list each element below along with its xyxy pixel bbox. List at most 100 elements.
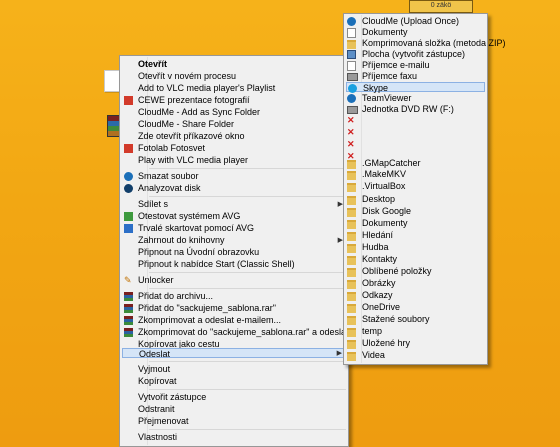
menu-item-create-shortcut[interactable]: Vytvořit zástupce [122,392,346,403]
menu-item-compress-rar-email[interactable]: Zkomprimovat do "sackujeme_sablona.rar" … [122,327,388,338]
menu-separator [149,429,346,430]
send-to-desktop-shortcut[interactable]: Plocha (vytvořit zástupce) [346,49,485,60]
menu-item-label: Zahrnout do knihovny [138,235,225,245]
menu-item-add-archive[interactable]: Přidat do archivu... [122,291,346,302]
menu-item-label: Zkomprimovat a odeslat e-mailem... [138,315,282,325]
menu-item-label: Vyjmout [138,364,171,374]
menu-item-label: Zde otevřít příkazové okno [138,131,245,141]
send-to-zip-folder[interactable]: Komprimovaná složka (metoda ZIP) [346,38,506,49]
send-to-label: CloudMe (Upload Once) [362,16,460,26]
send-to-folder[interactable]: .GMapCatcher [346,158,485,169]
send-to-folder[interactable]: Uložené hry [346,338,485,349]
send-to-folder[interactable]: .VirtualBox [346,181,485,192]
menu-item-add-rar[interactable]: Přidat do "sackujeme_sablona.rar" [122,303,346,314]
menu-item-command-window[interactable]: Zde otevřít příkazové okno [122,131,346,142]
menu-item-vlc-play[interactable]: Play with VLC media player [122,155,346,166]
send-to-folder[interactable]: Videa [346,350,485,361]
send-to-folder[interactable]: Obrázky [346,278,485,289]
menu-item-label: Přidat do archivu... [138,291,214,301]
menu-item-label: Odstranit [138,404,175,414]
send-to-documents[interactable]: Dokumenty [346,27,485,38]
menu-separator [149,196,346,197]
fotolab-icon [124,144,133,153]
send-to-broken-shortcut[interactable]: ✕ [346,139,485,150]
send-to-folder[interactable]: Hudba [346,242,485,253]
send-to-label: Hledání [362,230,394,240]
send-to-label: Disk Google [362,206,412,216]
menu-item-properties[interactable]: Vlastnosti [122,432,346,443]
teamviewer-icon [347,94,356,103]
send-to-label: Jednotka DVD RW (F:) [362,104,454,114]
menu-item-label: Play with VLC media player [138,155,249,165]
send-to-folder[interactable]: Kontakty [346,254,485,265]
broken-shortcut-icon: ✕ [347,127,355,137]
desktop-icon [347,50,356,59]
menu-item-send-to[interactable]: Odeslat ▶ [122,348,346,359]
menu-item-rename[interactable]: Přejmenovat [122,416,346,427]
menu-item-label: CloudMe - Share Folder [138,119,235,129]
menu-item-pin-classic-shell[interactable]: Připnout k nabídce Start (Classic Shell) [122,259,346,270]
send-to-folder[interactable]: Hledání [346,230,485,241]
menu-item-open-new-process[interactable]: Otevřít v novém procesu [122,71,346,82]
menu-item-pin-start-screen[interactable]: Připnout na Úvodní obrazovku [122,247,346,258]
menu-item-open[interactable]: Otevřít [122,59,346,70]
send-to-mail-recipient[interactable]: Příjemce e-mailu [346,60,485,71]
folder-icon [347,160,356,169]
send-to-broken-shortcut[interactable]: ✕ [346,127,485,138]
avg-icon [124,212,133,221]
send-to-folder[interactable]: Disk Google [346,206,485,217]
broken-shortcut-icon: ✕ [347,139,355,149]
send-to-dvd-drive[interactable]: Jednotka DVD RW (F:) [346,104,485,115]
menu-item-copy[interactable]: Kopírovat [122,376,346,387]
menu-item-cloudme-share[interactable]: CloudMe - Share Folder [122,119,346,130]
menu-item-vlc-playlist[interactable]: Add to VLC media player's Playlist [122,83,346,94]
menu-item-avg-scan[interactable]: Otestovat systémem AVG [122,211,346,222]
mail-icon [347,61,356,71]
menu-item-analyze-disk[interactable]: Analyzovat disk [122,183,346,194]
folder-icon [347,268,356,277]
menu-item-compress-email[interactable]: Zkomprimovat a odeslat e-mailem... [122,315,346,326]
menu-item-cut[interactable]: Vyjmout [122,364,346,375]
menu-separator [149,288,346,289]
desktop-top-item[interactable]: 0 zäkö [409,0,473,13]
menu-item-cloudme-sync[interactable]: CloudMe - Add as Sync Folder [122,107,346,118]
menu-item-delete-file[interactable]: Smazat soubor [122,171,346,182]
send-to-teamviewer[interactable]: TeamViewer [346,93,485,104]
menu-item-avg-shred[interactable]: Trvalé skartovat pomocí AVG [122,223,346,234]
winrar-icon [124,304,133,313]
send-to-folder[interactable]: Oblíbené položky [346,266,485,277]
dvd-drive-icon [347,106,358,114]
broken-shortcut-icon: ✕ [347,115,355,125]
menu-item-unlocker[interactable]: ✎ Unlocker [122,275,346,286]
send-to-fax-recipient[interactable]: Příjemce faxu [346,71,485,82]
send-to-folder[interactable]: Odkazy [346,290,485,301]
send-to-folder[interactable]: OneDrive [346,302,485,313]
menu-item-share-with[interactable]: Sdílet s ▶ [122,199,346,210]
menu-item-fotolab[interactable]: Fotolab Fotosvet [122,143,346,154]
menu-item-label: Přejmenovat [138,416,189,426]
folder-icon [347,352,356,361]
shred-icon [124,224,133,233]
folder-icon [347,340,356,349]
menu-item-cewe[interactable]: CEWE prezentace fotografií [122,95,346,106]
menu-item-label: Kopírovat [138,376,177,386]
winrar-icon [124,292,133,301]
menu-item-label: Připnout na Úvodní obrazovku [138,247,260,257]
menu-item-delete[interactable]: Odstranit [122,404,346,415]
menu-item-label: Otevřít v novém procesu [138,71,237,81]
send-to-label: Hudba [362,242,389,252]
send-to-folder[interactable]: temp [346,326,485,337]
send-to-label: .VirtualBox [362,181,406,191]
menu-item-label: CloudMe - Add as Sync Folder [138,107,261,117]
send-to-label: Oblíbené položky [362,266,432,276]
menu-item-include-library[interactable]: Zahrnout do knihovny ▶ [122,235,346,246]
send-to-folder[interactable]: .MakeMKV [346,169,485,180]
send-to-label: Dokumenty [362,218,408,228]
send-to-skype[interactable]: Skype [346,82,485,93]
send-to-broken-shortcut[interactable]: ✕ [346,115,485,126]
send-to-folder[interactable]: Dokumenty [346,218,485,229]
send-to-cloudme[interactable]: CloudMe (Upload Once) [346,16,485,27]
send-to-folder[interactable]: Desktop [346,194,485,205]
menu-item-label: Vytvořit zástupce [138,392,207,402]
send-to-folder[interactable]: Stažené soubory [346,314,485,325]
